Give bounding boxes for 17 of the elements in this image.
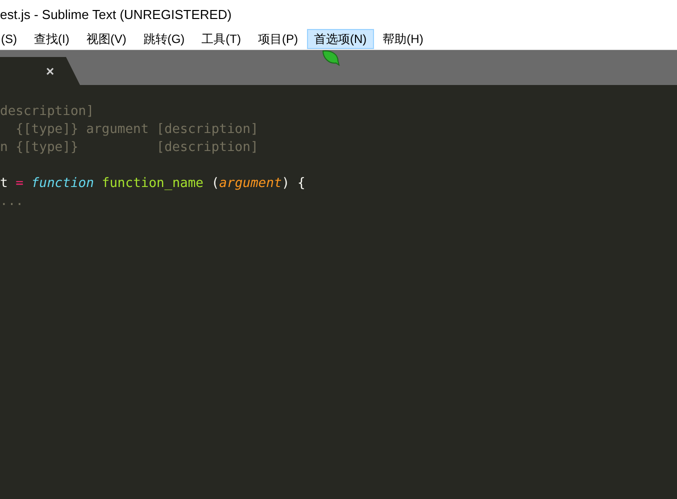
menu-item[interactable]: 帮助(H): [374, 29, 432, 49]
code-line: {[type]} argument [description]: [14, 121, 260, 139]
code-line: n {[type]} [description]: [0, 139, 260, 157]
menu-item[interactable]: 首选项(N): [306, 29, 374, 49]
menu-item[interactable]: 查找(I): [26, 29, 78, 49]
menu-item[interactable]: (S): [0, 29, 25, 49]
close-icon[interactable]: ×: [46, 64, 54, 78]
code-line: t = function function_name (argument) {: [0, 175, 306, 193]
code-line: description]: [0, 103, 95, 121]
window-title: est.js - Sublime Text (UNREGISTERED): [0, 6, 232, 24]
menu-item[interactable]: 工具(T): [194, 29, 249, 49]
menu-item[interactable]: 项目(P): [250, 29, 306, 49]
menu-item[interactable]: 跳转(G): [135, 29, 193, 49]
leaf-cursor-icon: [322, 50, 340, 66]
code-line: ...: [0, 193, 24, 211]
menu-item[interactable]: 视图(V): [78, 29, 134, 49]
editor-tab[interactable]: ×: [0, 57, 80, 85]
